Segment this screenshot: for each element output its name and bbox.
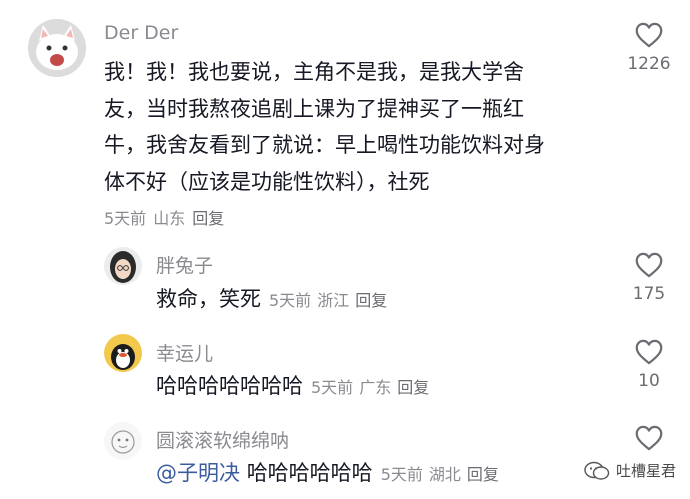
reply-username[interactable]: 圆滚滚软绵绵呐 xyxy=(156,426,289,453)
mention-link[interactable]: @子明决 xyxy=(156,461,240,485)
heart-icon xyxy=(635,425,663,451)
like-count: 1226 xyxy=(627,54,671,74)
heart-icon xyxy=(635,22,663,48)
comment-body: 我！我！我也要说，主角不是我，是我大学舍 友，当时我熬夜追剧上课为了提神买了一瓶… xyxy=(104,54,545,200)
reply-text: 哈哈哈哈哈哈 xyxy=(246,461,373,485)
person-avatar-icon xyxy=(104,247,142,285)
comment-location: 山东 xyxy=(153,209,186,228)
reply-body: 救命，笑死 5天前 浙江 回复 xyxy=(156,281,393,320)
reply-text: 救命，笑死 xyxy=(156,287,261,311)
reply-button[interactable]: 回复 xyxy=(397,378,429,397)
like-button[interactable]: 175 xyxy=(619,252,679,304)
reply-meta: 5天前 浙江 回复 xyxy=(269,291,393,310)
avatar-der-der[interactable] xyxy=(28,19,86,77)
like-count: 10 xyxy=(638,371,660,391)
reply-time: 5天前 xyxy=(311,378,354,397)
reply-button[interactable]: 回复 xyxy=(192,209,224,228)
avatar-reply-2[interactable] xyxy=(104,334,142,372)
reply-meta: 5天前 广东 回复 xyxy=(311,378,435,397)
reply-button[interactable]: 回复 xyxy=(467,465,499,484)
reply-text: 哈哈哈哈哈哈哈 xyxy=(156,374,303,398)
sketch-avatar-icon xyxy=(104,422,142,460)
cat-avatar-icon xyxy=(28,19,86,77)
reply-button[interactable]: 回复 xyxy=(355,291,387,310)
reply-time: 5天前 xyxy=(269,291,312,310)
reply-location: 浙江 xyxy=(317,291,350,310)
watermark-text: 吐槽星君 xyxy=(615,462,676,480)
avatar-reply-1[interactable] xyxy=(104,247,142,285)
comment-time: 5天前 xyxy=(104,209,147,228)
comment-meta: 5天前 山东 回复 xyxy=(104,205,231,229)
comment-line: 体不好（应该是功能性饮料），社死 xyxy=(104,169,430,194)
avatar-reply-3[interactable] xyxy=(104,422,142,460)
like-button[interactable]: 10 xyxy=(619,339,679,391)
wechat-icon xyxy=(584,461,610,480)
comment-username[interactable]: Der Der xyxy=(104,22,178,44)
reply-time: 5天前 xyxy=(380,465,423,484)
reply-username[interactable]: 幸运儿 xyxy=(156,339,213,366)
heart-icon xyxy=(635,339,663,365)
comment-line: 我！我！我也要说，主角不是我，是我大学舍 xyxy=(104,60,524,84)
comment-line: 牛，我舍友看到了就说：早上喝性功能饮料对身 xyxy=(104,133,545,157)
comment-line: 友，当时我熬夜追剧上课为了提神买了一瓶红 xyxy=(104,96,524,121)
penguin-avatar-icon xyxy=(104,334,142,372)
heart-icon xyxy=(635,252,663,278)
reply-meta: 5天前 湖北 回复 xyxy=(381,465,505,484)
like-count: 175 xyxy=(632,284,666,304)
reply-location: 湖北 xyxy=(428,465,461,484)
reply-username[interactable]: 胖兔子 xyxy=(156,251,213,278)
like-button[interactable] xyxy=(619,425,679,451)
reply-body: 哈哈哈哈哈哈哈 5天前 广东 回复 xyxy=(156,368,435,407)
like-button[interactable]: 1226 xyxy=(619,22,679,74)
watermark: 吐槽星君 xyxy=(584,460,676,481)
reply-location: 广东 xyxy=(359,378,392,397)
reply-body: @子明决 哈哈哈哈哈哈 5天前 湖北 回复 xyxy=(156,455,505,494)
